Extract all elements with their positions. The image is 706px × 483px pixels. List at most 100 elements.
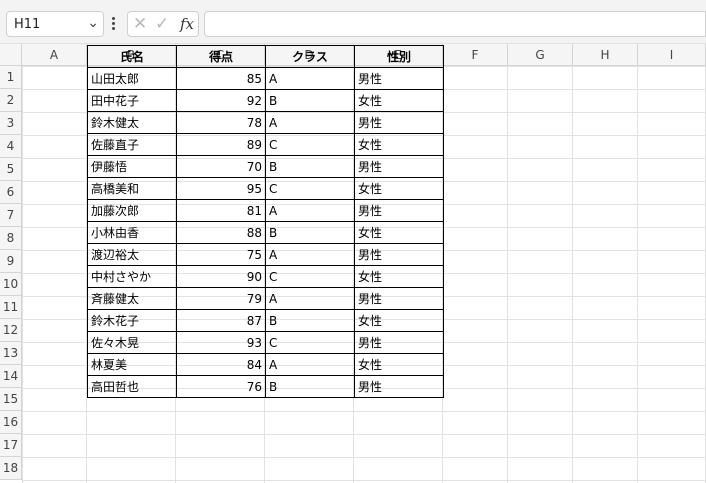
column-header-i[interactable]: I <box>638 44 706 66</box>
cell-score[interactable]: 90 <box>176 265 266 288</box>
header-class[interactable]: クラス <box>265 45 355 68</box>
cell-name[interactable]: 斉藤健太 <box>87 287 177 310</box>
column-header-h[interactable]: H <box>573 44 638 66</box>
cell-name[interactable]: 佐藤直子 <box>87 133 177 156</box>
cell-score[interactable]: 89 <box>176 133 266 156</box>
formula-input[interactable] <box>204 11 706 37</box>
cell-score[interactable]: 76 <box>176 375 266 398</box>
column-header-a[interactable]: A <box>22 44 87 66</box>
cell-class[interactable]: A <box>265 243 355 266</box>
cell-gender[interactable]: 女性 <box>354 133 444 156</box>
row-header-15[interactable]: 15 <box>0 388 22 411</box>
cell-score[interactable]: 95 <box>176 177 266 200</box>
cell-name[interactable]: 高田哲也 <box>87 375 177 398</box>
cell-name[interactable]: 高橋美和 <box>87 177 177 200</box>
cell-class[interactable]: C <box>265 331 355 354</box>
cell-class[interactable]: B <box>265 309 355 332</box>
kebab-icon[interactable] <box>110 16 116 32</box>
cell-gender[interactable]: 女性 <box>354 177 444 200</box>
cell-score[interactable]: 70 <box>176 155 266 178</box>
column-header-f[interactable]: F <box>443 44 508 66</box>
header-score[interactable]: 得点 <box>176 45 266 68</box>
row-header-16[interactable]: 16 <box>0 411 22 434</box>
row-header-9[interactable]: 9 <box>0 250 22 273</box>
row-header-14[interactable]: 14 <box>0 365 22 388</box>
table-row: 林夏美 84 A 女性 <box>87 353 444 376</box>
row-header-18[interactable]: 18 <box>0 457 22 480</box>
check-icon[interactable]: ✓ <box>155 14 169 34</box>
row-header-10[interactable]: 10 <box>0 273 22 296</box>
row-header-11[interactable]: 11 <box>0 296 22 319</box>
cell-name[interactable]: 小林由香 <box>87 221 177 244</box>
cell-class[interactable]: B <box>265 221 355 244</box>
cell-score[interactable]: 93 <box>176 331 266 354</box>
cell-name[interactable]: 林夏美 <box>87 353 177 376</box>
cell-score[interactable]: 92 <box>176 89 266 112</box>
cell-score[interactable]: 79 <box>176 287 266 310</box>
row-header-13[interactable]: 13 <box>0 342 22 365</box>
row-header-2[interactable]: 2 <box>0 89 22 112</box>
row-header-17[interactable]: 17 <box>0 434 22 457</box>
cell-score[interactable]: 87 <box>176 309 266 332</box>
row-header-4[interactable]: 4 <box>0 135 22 158</box>
header-gender[interactable]: 性別 <box>354 45 444 68</box>
row-header-7[interactable]: 7 <box>0 204 22 227</box>
cell-name[interactable]: 渡辺裕太 <box>87 243 177 266</box>
row-header-8[interactable]: 8 <box>0 227 22 250</box>
cell-score[interactable]: 78 <box>176 111 266 134</box>
cell-name[interactable]: 山田太郎 <box>87 67 177 90</box>
cell-class[interactable]: A <box>265 111 355 134</box>
cell-class[interactable]: B <box>265 375 355 398</box>
cell-gender[interactable]: 男性 <box>354 287 444 310</box>
name-box-value: H11 <box>14 17 41 32</box>
cell-class[interactable]: B <box>265 89 355 112</box>
cell-class[interactable]: A <box>265 199 355 222</box>
cell-class[interactable]: C <box>265 133 355 156</box>
cell-gender[interactable]: 男性 <box>354 199 444 222</box>
cell-score[interactable]: 84 <box>176 353 266 376</box>
cell-score[interactable]: 85 <box>176 67 266 90</box>
cell-gender[interactable]: 男性 <box>354 111 444 134</box>
cell-class[interactable]: A <box>265 353 355 376</box>
cell-class[interactable]: B <box>265 155 355 178</box>
cell-gender[interactable]: 男性 <box>354 67 444 90</box>
cell-name[interactable]: 中村さやか <box>87 265 177 288</box>
cell-score[interactable]: 81 <box>176 199 266 222</box>
cell-name[interactable]: 鈴木健太 <box>87 111 177 134</box>
row-header-5[interactable]: 5 <box>0 158 22 181</box>
cell-gender[interactable]: 男性 <box>354 375 444 398</box>
close-icon[interactable]: ✕ <box>133 14 147 34</box>
header-name[interactable]: 氏名 <box>87 45 177 68</box>
column-header-g[interactable]: G <box>508 44 573 66</box>
cell-score[interactable]: 88 <box>176 221 266 244</box>
cell-class[interactable]: C <box>265 177 355 200</box>
cell-gender[interactable]: 男性 <box>354 243 444 266</box>
table-row: 高田哲也 76 B 男性 <box>87 375 444 398</box>
cell-name[interactable]: 田中花子 <box>87 89 177 112</box>
formula-bar: H11 ⌄ ✕ ✓ fx <box>0 7 706 44</box>
cell-name[interactable]: 加藤次郎 <box>87 199 177 222</box>
cell-gender[interactable]: 男性 <box>354 155 444 178</box>
cell-class[interactable]: A <box>265 67 355 90</box>
cell-gender[interactable]: 女性 <box>354 265 444 288</box>
cell-gender[interactable]: 女性 <box>354 89 444 112</box>
select-all-corner[interactable] <box>0 44 22 66</box>
cell-class[interactable]: A <box>265 287 355 310</box>
cell-gender[interactable]: 男性 <box>354 331 444 354</box>
row-header-3[interactable]: 3 <box>0 112 22 135</box>
grid-line <box>507 66 508 483</box>
row-header-12[interactable]: 12 <box>0 319 22 342</box>
function-icon[interactable]: fx <box>180 15 194 33</box>
row-header-6[interactable]: 6 <box>0 181 22 204</box>
chevron-down-icon[interactable]: ⌄ <box>87 15 99 31</box>
row-header-1[interactable]: 1 <box>0 66 22 89</box>
cell-name[interactable]: 伊藤悟 <box>87 155 177 178</box>
cell-name[interactable]: 鈴木花子 <box>87 309 177 332</box>
cell-gender[interactable]: 女性 <box>354 221 444 244</box>
cell-gender[interactable]: 女性 <box>354 353 444 376</box>
cell-name[interactable]: 佐々木晃 <box>87 331 177 354</box>
cell-class[interactable]: C <box>265 265 355 288</box>
name-box[interactable]: H11 ⌄ <box>6 11 104 37</box>
cell-score[interactable]: 75 <box>176 243 266 266</box>
cell-gender[interactable]: 女性 <box>354 309 444 332</box>
